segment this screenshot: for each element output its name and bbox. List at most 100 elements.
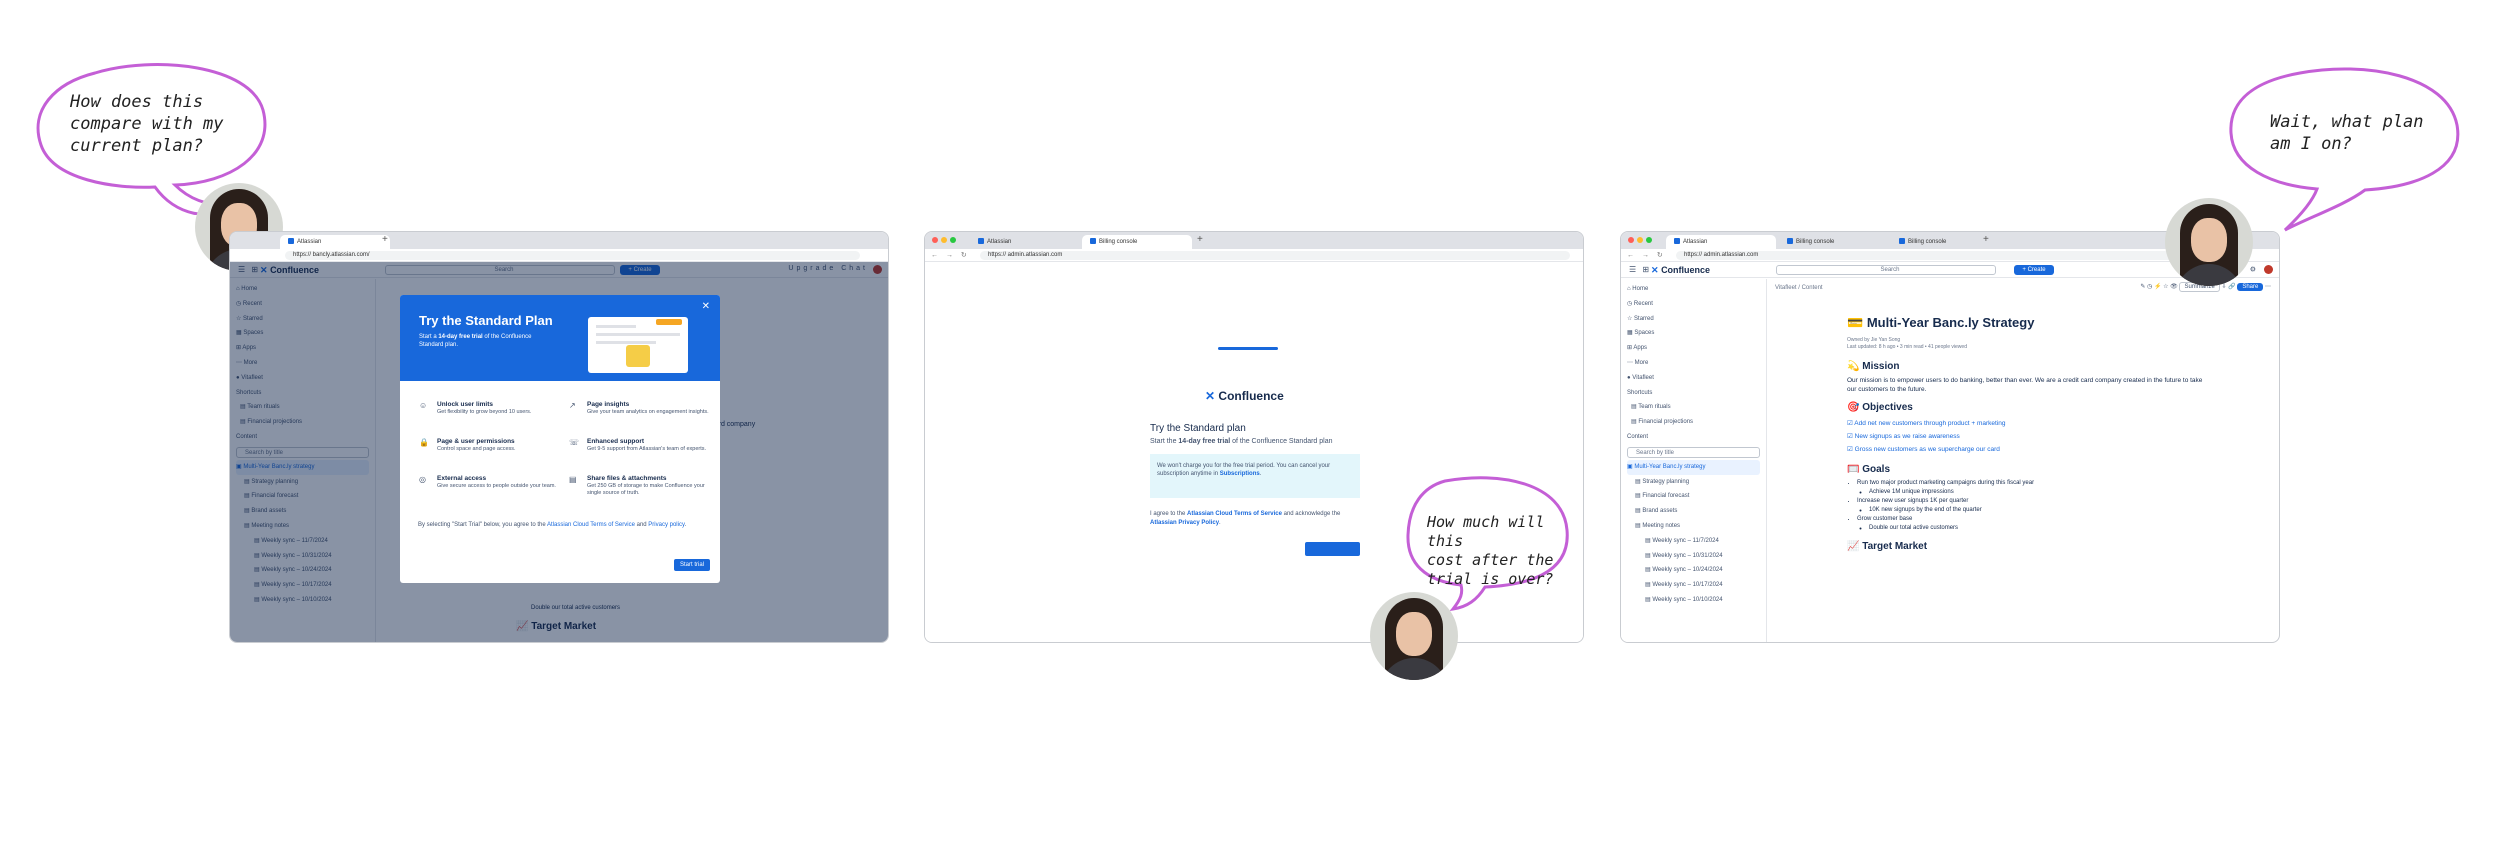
sidebar-search-input[interactable]: Search by title <box>1627 446 1760 458</box>
goal-item: Grow customer base <box>1857 515 2207 524</box>
new-tab-icon[interactable]: + <box>1983 234 1989 245</box>
terms-link[interactable]: Atlassian Cloud Terms of Service <box>1187 511 1282 517</box>
mission-text: Our mission is to empower users to do ba… <box>1847 377 2203 393</box>
app-switcher-icon[interactable]: ☰ ⊞ <box>1629 265 1651 274</box>
goal-item: Achieve 1M unique impressions <box>1869 488 2207 497</box>
new-tab-icon[interactable]: + <box>1197 234 1203 245</box>
close-icon[interactable]: ✕ <box>702 301 710 312</box>
support-icon: ☏ <box>569 438 580 447</box>
objectives-list: ☑ Add net new customers through product … <box>1847 417 2207 456</box>
feature-item: ☺ Unlock user limits Get flexibility to gr… <box>419 401 532 415</box>
goal-item: Run two major product marketing campaign… <box>1857 479 2207 488</box>
sidebar-item[interactable]: ▤ Weekly sync – 10/17/2024 <box>1627 578 1760 593</box>
sidebar-item[interactable]: ▤ Team rituals <box>1627 400 1760 415</box>
new-tab-icon[interactable]: + <box>382 234 388 245</box>
sidebar-item[interactable]: Shortcuts <box>1627 386 1760 401</box>
sidebar-item[interactable]: ▤ Brand assets <box>1627 504 1760 519</box>
modal-terms: By selecting "Start Trial" below, you ag… <box>418 522 687 528</box>
sidebar-item[interactable]: ⌂ Home <box>1627 282 1760 297</box>
browser-tab[interactable]: Atlassian <box>280 235 390 249</box>
document-body: 💳 Multi-Year Banc.ly Strategy Owned by J… <box>1847 315 2207 556</box>
confluence-logo[interactable]: ✕ Confluence <box>1651 265 1710 276</box>
plan-illustration <box>588 317 688 373</box>
tab-bar: Atlassian + <box>230 232 888 249</box>
atlassian-favicon-icon <box>1090 238 1096 244</box>
privacy-link[interactable]: Privacy policy <box>648 522 684 528</box>
modal-header: Try the Standard Plan Start a 14-day fre… <box>400 295 720 381</box>
sidebar-item[interactable]: ▣ Multi-Year Banc.ly strategy <box>1627 459 1760 475</box>
browser-tab[interactable]: Billing console <box>1779 235 1889 249</box>
confirm-trial-button[interactable] <box>1305 542 1360 556</box>
billing-info-panel: We won't charge you for the free trial p… <box>1150 454 1360 498</box>
sidebar-item[interactable]: ⋯ More <box>1627 356 1760 371</box>
nav-arrows-icon[interactable]: ← → ↻ <box>1627 251 1666 259</box>
breadcrumb[interactable]: Vitafleet / Content <box>1775 285 1823 291</box>
maximize-window-icon[interactable] <box>1646 237 1652 243</box>
atlassian-favicon-icon <box>288 238 294 244</box>
terms-link[interactable]: Atlassian Cloud Terms of Service <box>547 522 635 528</box>
feature-item: ◎ External access Give secure access to pe… <box>419 475 556 489</box>
maximize-window-icon[interactable] <box>950 237 956 243</box>
user-avatar-photo-2 <box>1370 592 1458 680</box>
file-icon: ▤ <box>569 475 577 484</box>
goal-item: Increase new user signups 1K per quarter <box>1857 497 2207 506</box>
close-window-icon[interactable] <box>932 237 938 243</box>
page-title: 💳 Multi-Year Banc.ly Strategy <box>1847 315 2035 330</box>
sidebar-item[interactable]: ▤ Strategy planning <box>1627 475 1760 490</box>
address-bar: https:// bancly.atlassian.com/ <box>230 249 888 262</box>
sidebar-item[interactable]: ▤ Weekly sync – 10/31/2024 <box>1627 549 1760 564</box>
subscriptions-link[interactable]: Subscriptions <box>1220 471 1260 477</box>
sidebar-item[interactable]: Content <box>1627 430 1760 445</box>
browser-tab[interactable]: Atlassian <box>970 235 1080 249</box>
sidebar-item[interactable]: ▤ Weekly sync – 11/7/2024 <box>1627 534 1760 549</box>
window-controls <box>1628 237 1655 245</box>
trial-title: Try the Standard plan <box>1150 423 1246 434</box>
objective-link[interactable]: ☑ Add net new customers through product … <box>1847 417 2207 430</box>
sidebar-item[interactable]: ● Vitafleet <box>1627 371 1760 386</box>
browser-tab-active[interactable]: Billing console <box>1082 235 1192 249</box>
minimize-window-icon[interactable] <box>941 237 947 243</box>
tab-bar: Atlassian Billing console + <box>925 232 1583 249</box>
feature-item: ▤ Share files & attachments Get 250 GB of … <box>569 475 705 496</box>
lock-icon: 🔒 <box>419 438 429 447</box>
sidebar-item[interactable]: ⊞ Apps <box>1627 341 1760 356</box>
start-trial-button[interactable]: Start trial <box>673 559 710 571</box>
nav-arrows-icon[interactable]: ← → ↻ <box>931 251 970 259</box>
sidebar-item[interactable]: ▦ Spaces <box>1627 326 1760 341</box>
feature-item: 🔒 Page & user permissions Control space an… <box>419 438 516 452</box>
target-heading: 📈 Target Market <box>1847 541 1928 552</box>
feature-item: ↗ Page insights Give your team analytics o… <box>569 401 709 415</box>
browser-tab-active[interactable]: Atlassian <box>1666 235 1776 249</box>
sidebar-item[interactable]: ▤ Financial projections <box>1627 415 1760 430</box>
objective-link[interactable]: ☑ New signups as we raise awareness <box>1847 430 2207 443</box>
sidebar-item[interactable]: ▤ Meeting notes <box>1627 519 1760 534</box>
sidebar-icon: ⋯ <box>1627 359 1635 366</box>
sidebar-item[interactable]: ▤ Financial forecast <box>1627 489 1760 504</box>
users-icon: ☺ <box>419 401 428 410</box>
page-content: Vitafleet / Content ✎ ◷ ⚡ ☆ 👁 Summarize … <box>1767 279 2279 642</box>
close-window-icon[interactable] <box>1628 237 1634 243</box>
profile-avatar[interactable] <box>2264 265 2273 274</box>
minimize-window-icon[interactable] <box>1637 237 1643 243</box>
speech-bubble-3: Wait, what plan am I on? <box>2225 65 2465 240</box>
sidebar-item[interactable]: ▤ Weekly sync – 10/10/2024 <box>1627 593 1760 608</box>
sidebar-item[interactable]: ◷ Recent <box>1627 297 1760 312</box>
url-field[interactable]: https:// admin.atlassian.com <box>980 251 1570 260</box>
share-button[interactable]: Share <box>2237 283 2264 291</box>
sidebar-item[interactable]: ☆ Starred <box>1627 312 1760 327</box>
mission-heading: 💫 Mission <box>1847 361 1900 372</box>
modal-title: Try the Standard Plan <box>419 313 553 328</box>
create-button[interactable]: + Create <box>2014 265 2054 275</box>
sidebar-item[interactable]: ▤ Weekly sync – 10/24/2024 <box>1627 563 1760 578</box>
objective-link[interactable]: ☑ Gross new customers as we supercharge … <box>1847 443 2207 456</box>
search-input[interactable]: Search <box>1776 265 1996 275</box>
browser-window-confluence-page: Atlassian Billing console Billing consol… <box>1620 231 2280 643</box>
upgrade-modal: Try the Standard Plan Start a 14-day fre… <box>400 295 720 583</box>
objectives-heading: 🎯 Objectives <box>1847 402 1913 413</box>
atlassian-favicon-icon <box>1674 238 1680 244</box>
checkbox-icon: ☑ <box>1847 433 1855 440</box>
url-field[interactable]: https:// admin.atlassian.com <box>1676 251 2176 260</box>
url-field[interactable]: https:// bancly.atlassian.com/ <box>285 251 860 260</box>
privacy-policy-link[interactable]: Atlassian Privacy Policy <box>1150 520 1219 526</box>
globe-icon: ◎ <box>419 475 426 484</box>
